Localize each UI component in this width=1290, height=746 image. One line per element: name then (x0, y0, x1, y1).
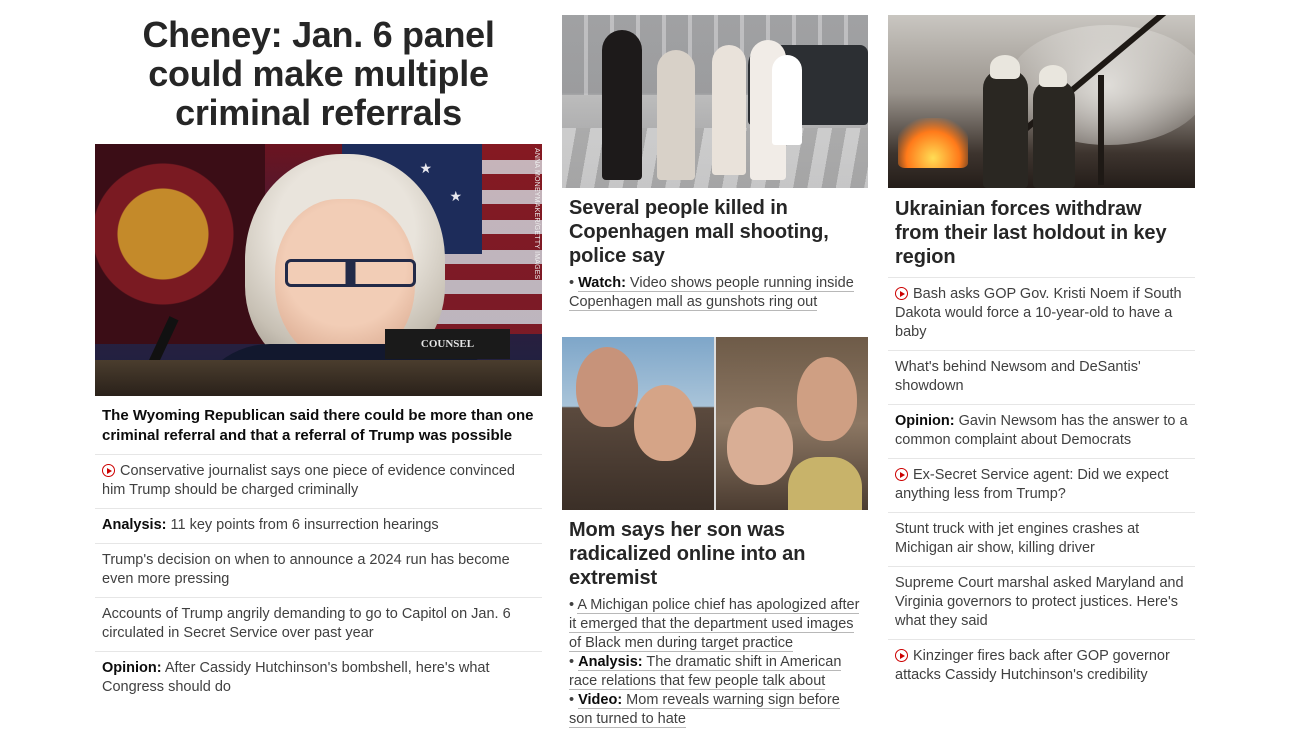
list-item[interactable]: What's behind Newsom and DeSantis' showd… (888, 350, 1195, 404)
firefighter-graphic (983, 70, 1028, 188)
list-item[interactable]: Bash asks GOP Gov. Kristi Noem if South … (888, 277, 1195, 350)
headline-text: Stunt truck with jet engines crashes at … (895, 521, 1140, 556)
lead-related-list: Conservative journalist says one piece o… (95, 454, 542, 705)
related-prefix: Video: (578, 692, 623, 709)
headline-prefix: Opinion: (102, 660, 162, 676)
related-link[interactable]: • Analysis: The dramatic shift in Americ… (569, 653, 861, 691)
list-item[interactable]: Trump's decision on when to announce a 2… (95, 543, 542, 597)
ukraine-related-list: Bash asks GOP Gov. Kristi Noem if South … (888, 277, 1195, 693)
related-prefix: Analysis: (578, 654, 643, 671)
ukraine-image[interactable] (888, 15, 1195, 188)
right-column: Ukrainian forces withdraw from their las… (888, 15, 1195, 693)
headline-text: What's behind Newsom and DeSantis' showd… (895, 359, 1141, 394)
person-graphic (657, 50, 695, 180)
headline-text: 11 key points from 6 insurrection hearin… (166, 517, 439, 533)
face-graphic (727, 407, 793, 485)
firefighter-graphic (1033, 80, 1075, 188)
headline-prefix: Opinion: (895, 413, 955, 429)
middle-column: Several people killed in Copenhagen mall… (562, 15, 868, 729)
list-item[interactable]: Opinion: After Cassidy Hutchinson's bomb… (95, 651, 542, 705)
lead-description[interactable]: The Wyoming Republican said there could … (102, 406, 535, 446)
bullet: • (569, 654, 579, 670)
person-graphic (712, 45, 746, 175)
helmet-graphic (1039, 65, 1067, 87)
table-graphic (95, 360, 542, 396)
mom-related: • A Michigan police chief has apologized… (569, 596, 861, 729)
copenhagen-image[interactable] (562, 15, 868, 188)
bullet: • (569, 275, 579, 291)
list-item[interactable]: Accounts of Trump angrily demanding to g… (95, 597, 542, 651)
star-icon: ★ (419, 160, 432, 176)
headline-text: Accounts of Trump angrily demanding to g… (102, 606, 511, 641)
copenhagen-card: Several people killed in Copenhagen mall… (562, 15, 868, 312)
related-link[interactable]: • Watch: Video shows people running insi… (569, 274, 861, 312)
lead-headline[interactable]: Cheney: Jan. 6 panel could make multiple… (95, 15, 542, 132)
play-circle-icon (895, 287, 908, 300)
headline-text: Conservative journalist says one piece o… (102, 463, 515, 498)
bullet: • (569, 692, 579, 708)
headline-text: Supreme Court marshal asked Maryland and… (895, 575, 1184, 629)
house-seal-graphic (95, 144, 265, 344)
placard: COUNSEL (385, 329, 510, 359)
list-item[interactable]: Kinzinger fires back after GOP governor … (888, 639, 1195, 693)
headline-text: Ex-Secret Service agent: Did we expect a… (895, 467, 1169, 502)
play-circle-icon (895, 649, 908, 662)
mom-image[interactable] (562, 337, 868, 510)
related-prefix: Watch: (578, 275, 626, 292)
shirt-graphic (788, 457, 862, 510)
ukraine-headline[interactable]: Ukrainian forces withdraw from their las… (895, 197, 1188, 269)
person-graphic (772, 55, 802, 145)
image-credit: ANNA MONEYMAKER/GETTY IMAGES (533, 148, 540, 280)
list-item[interactable]: Ex-Secret Service agent: Did we expect a… (888, 458, 1195, 512)
headline-prefix: Analysis: (102, 517, 167, 533)
related-link[interactable]: • Video: Mom reveals warning sign before… (569, 691, 861, 729)
list-item[interactable]: Opinion: Gavin Newsom has the answer to … (888, 404, 1195, 458)
list-item[interactable]: Analysis: 11 key points from 6 insurrect… (95, 508, 542, 543)
star-icon: ★ (449, 188, 462, 204)
play-circle-icon (102, 464, 115, 477)
copenhagen-related: • Watch: Video shows people running insi… (569, 274, 861, 312)
mom-card: Mom says her son was radicalized online … (562, 337, 868, 729)
face-graphic (634, 385, 696, 461)
list-item[interactable]: Supreme Court marshal asked Maryland and… (888, 566, 1195, 639)
photo-divider (714, 337, 716, 510)
glasses-graphic (285, 259, 416, 287)
play-circle-icon (895, 468, 908, 481)
headline-text: Bash asks GOP Gov. Kristi Noem if South … (895, 286, 1182, 340)
beam-graphic (1098, 75, 1104, 185)
mom-headline[interactable]: Mom says her son was radicalized online … (569, 518, 861, 590)
face-graphic (797, 357, 857, 441)
list-item[interactable]: Conservative journalist says one piece o… (95, 454, 542, 508)
headline-text: Kinzinger fires back after GOP governor … (895, 648, 1170, 683)
helmet-graphic (990, 55, 1020, 79)
lead-story: Cheney: Jan. 6 panel could make multiple… (95, 15, 542, 705)
person-graphic (602, 30, 642, 180)
headline-text: Trump's decision on when to announce a 2… (102, 552, 510, 587)
related-link[interactable]: • A Michigan police chief has apologized… (569, 596, 861, 653)
lead-image[interactable]: ★ ★ ★ ★ COUNSEL ANNA MONEYMAKER/GETTY IM… (95, 144, 542, 396)
fire-graphic (898, 118, 968, 168)
face-graphic (576, 347, 638, 427)
copenhagen-headline[interactable]: Several people killed in Copenhagen mall… (569, 196, 861, 268)
related-text: A Michigan police chief has apologized a… (569, 597, 860, 652)
list-item[interactable]: Stunt truck with jet engines crashes at … (888, 512, 1195, 566)
